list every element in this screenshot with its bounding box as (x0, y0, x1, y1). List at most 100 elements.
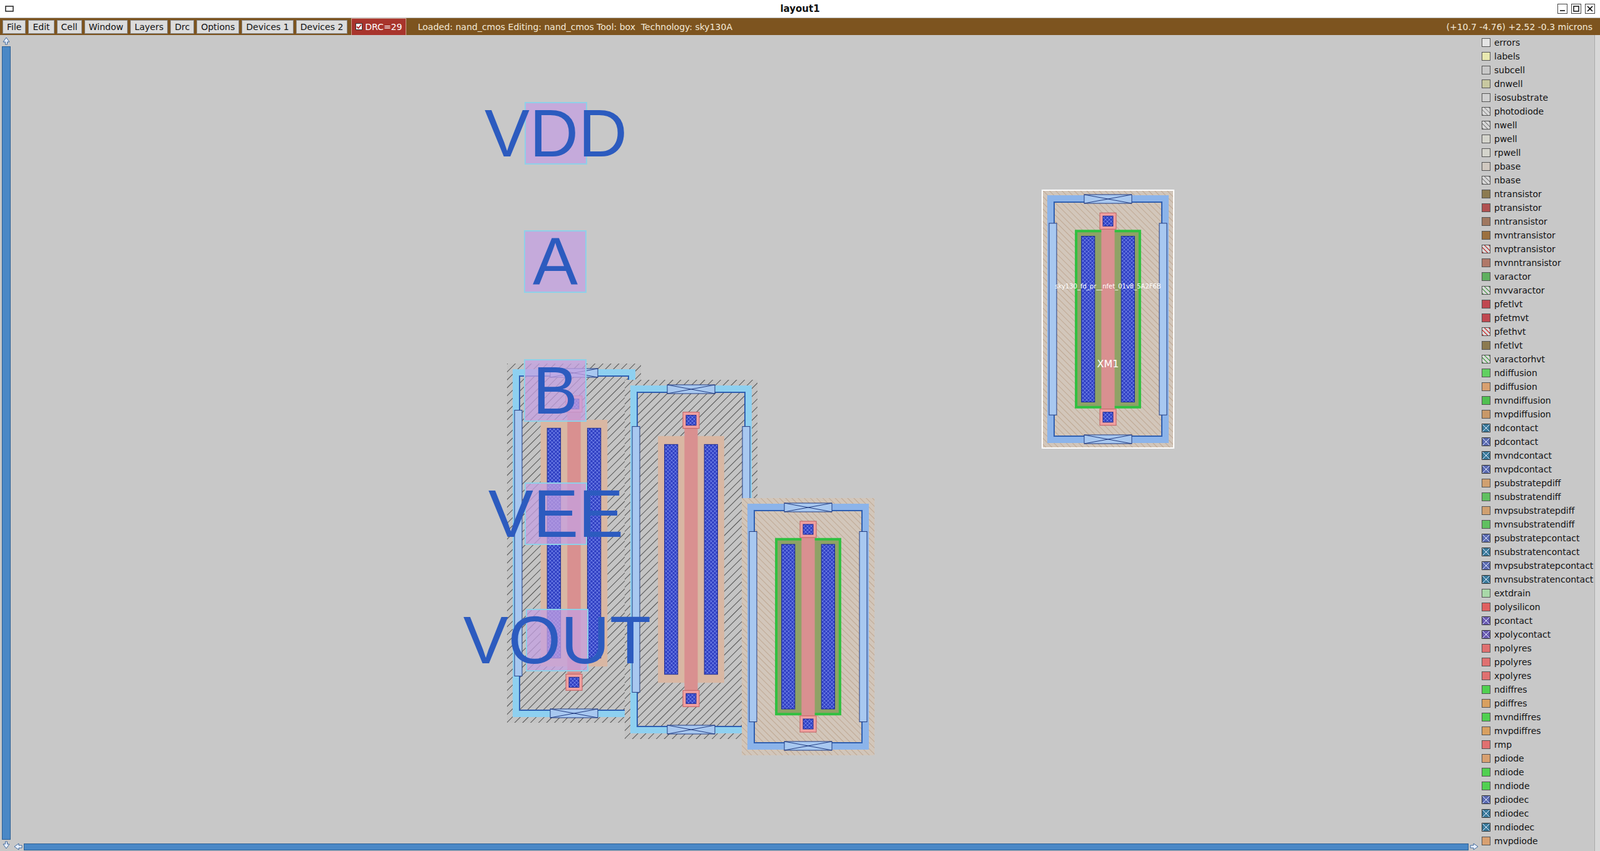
layer-item[interactable]: mvnsubstratencontact (1479, 572, 1595, 587)
layer-item[interactable]: mvndiffusion (1479, 393, 1595, 408)
layer-item[interactable]: ptransistor (1479, 200, 1595, 215)
layer-item[interactable]: mvpdcontact (1479, 462, 1595, 477)
layer-swatch (1481, 589, 1491, 598)
layer-item[interactable]: xpolycontact (1479, 627, 1595, 642)
layer-item[interactable]: pdiffres (1479, 696, 1595, 711)
layer-item[interactable]: ndiffusion (1479, 366, 1595, 380)
layer-item[interactable]: mvnsubstratendiff (1479, 517, 1595, 532)
layer-item[interactable]: nntransistor (1479, 214, 1595, 229)
net-label[interactable]: B (532, 356, 578, 425)
layer-item[interactable]: nwell (1479, 118, 1595, 133)
layer-item[interactable]: pfetmvt (1479, 311, 1595, 325)
menu-button[interactable]: Devices 1 (241, 20, 294, 34)
scroll-track[interactable] (1, 46, 11, 841)
net-label[interactable]: A (532, 227, 578, 296)
layer-item[interactable]: ndiodec (1479, 806, 1595, 821)
layout-canvas[interactable]: sky130_fd_pr__nfet_01v8_5A2F6BXM1VDDABVE… (12, 35, 1480, 843)
layer-item[interactable]: varactor (1479, 269, 1595, 284)
drc-checkbox-icon[interactable] (355, 23, 363, 31)
nfet-device[interactable] (1041, 189, 1175, 449)
layer-item[interactable]: mvvaractor (1479, 283, 1595, 298)
layer-swatch (1481, 93, 1491, 103)
layer-item[interactable]: mvpdiffusion (1479, 407, 1595, 422)
layer-item[interactable]: dnwell (1479, 76, 1595, 91)
layer-item[interactable]: nsubstratencontact (1479, 545, 1595, 559)
pfet-device[interactable] (624, 379, 758, 740)
menu-button[interactable]: Window (84, 20, 128, 34)
menu-button[interactable]: Options (196, 20, 240, 34)
layer-item[interactable]: ndiffres (1479, 682, 1595, 697)
layer-item[interactable]: pdiffusion (1479, 379, 1595, 394)
menu-button[interactable]: Drc (170, 20, 195, 34)
layer-item[interactable]: pcontact (1479, 614, 1595, 628)
scroll-left-icon[interactable] (13, 843, 23, 851)
layer-item[interactable]: ndcontact (1479, 421, 1595, 436)
menu-button[interactable]: Devices 2 (296, 20, 349, 34)
layer-item[interactable]: mvptransistor (1479, 242, 1595, 257)
vertical-scrollbar[interactable] (0, 35, 13, 851)
layer-item[interactable]: polysilicon (1479, 600, 1595, 615)
layer-item[interactable]: npolyres (1479, 641, 1595, 656)
layer-item[interactable]: nbase (1479, 173, 1595, 188)
layer-item[interactable]: ntransistor (1479, 187, 1595, 201)
minimize-icon[interactable] (1557, 3, 1568, 14)
layer-item[interactable]: psubstratepdiff (1479, 476, 1595, 491)
layer-scrollbar[interactable] (1594, 35, 1600, 851)
scroll-down-icon[interactable] (1, 841, 11, 851)
horizontal-scrollbar[interactable] (12, 842, 1480, 851)
layer-item[interactable]: nndiode (1479, 779, 1595, 794)
layer-item[interactable]: mvndiffres (1479, 710, 1595, 725)
layer-item[interactable]: ppolyres (1479, 655, 1595, 670)
close-icon[interactable] (1584, 3, 1595, 14)
layer-item[interactable]: photodiode (1479, 104, 1595, 119)
layer-item[interactable]: mvpsubstratepcontact (1479, 558, 1595, 573)
layer-name: mvnsubstratencontact (1494, 574, 1594, 585)
layer-swatch (1481, 244, 1491, 254)
layer-item[interactable]: mvnntransistor (1479, 256, 1595, 270)
layer-item[interactable]: psubstratepcontact (1479, 531, 1595, 546)
layer-item[interactable]: mvndcontact (1479, 448, 1595, 463)
scroll-right-icon[interactable] (1469, 843, 1479, 851)
layer-item[interactable]: mvntransistor (1479, 228, 1595, 243)
net-label[interactable]: VDD (484, 99, 628, 168)
layer-item[interactable]: isosubstrate (1479, 90, 1595, 105)
layer-item[interactable]: pfethvt (1479, 324, 1595, 339)
menu-button[interactable]: Layers (130, 20, 168, 34)
layer-item[interactable]: rpwell (1479, 145, 1595, 160)
net-label[interactable]: VOUT (463, 606, 652, 675)
layer-swatch (1481, 657, 1491, 667)
magic-window: layout1FileEditCellWindowLayersDrcOption… (0, 0, 1600, 851)
menu-button[interactable]: Edit (28, 20, 54, 34)
layer-item[interactable]: pdiodec (1479, 793, 1595, 807)
drc-indicator[interactable]: DRC=29 (351, 18, 407, 36)
layer-item[interactable]: varactorhvt (1479, 352, 1595, 367)
layer-item[interactable]: pfetlvt (1479, 297, 1595, 312)
layer-item[interactable]: rmp (1479, 738, 1595, 752)
layer-item[interactable]: errors (1479, 35, 1595, 50)
layer-item[interactable]: subcell (1479, 63, 1595, 77)
menu-button[interactable]: File (2, 20, 26, 34)
layer-item[interactable]: nndiodec (1479, 820, 1595, 835)
net-label[interactable]: VEE (488, 480, 624, 548)
layer-item[interactable]: pdcontact (1479, 435, 1595, 449)
layer-item[interactable]: ndiode (1479, 765, 1595, 780)
layer-item[interactable]: extdrain (1479, 586, 1595, 601)
layer-item[interactable]: nfetlvt (1479, 338, 1595, 353)
layer-item[interactable]: xpolyres (1479, 669, 1595, 683)
nfet-device[interactable] (741, 498, 875, 756)
layer-item[interactable]: mvpdiffres (1479, 724, 1595, 739)
contact-swatch-icon (1481, 465, 1491, 474)
layer-item[interactable]: mvpdiode (1479, 834, 1595, 849)
menu-button[interactable]: Cell (56, 20, 83, 34)
layer-item[interactable]: pbase (1479, 159, 1595, 174)
scroll-up-icon[interactable] (1, 36, 11, 46)
layer-item[interactable]: labels (1479, 49, 1595, 64)
window-menu-icon[interactable] (5, 5, 14, 12)
layer-item[interactable]: pwell (1479, 132, 1595, 146)
layer-item[interactable]: nsubstratendiff (1479, 490, 1595, 504)
maximize-icon[interactable] (1571, 3, 1582, 14)
scroll-track[interactable] (23, 843, 1469, 851)
layer-item[interactable]: pdiode (1479, 751, 1595, 766)
layer-swatch (1481, 341, 1491, 350)
layer-item[interactable]: mvpsubstratepdiff (1479, 503, 1595, 518)
